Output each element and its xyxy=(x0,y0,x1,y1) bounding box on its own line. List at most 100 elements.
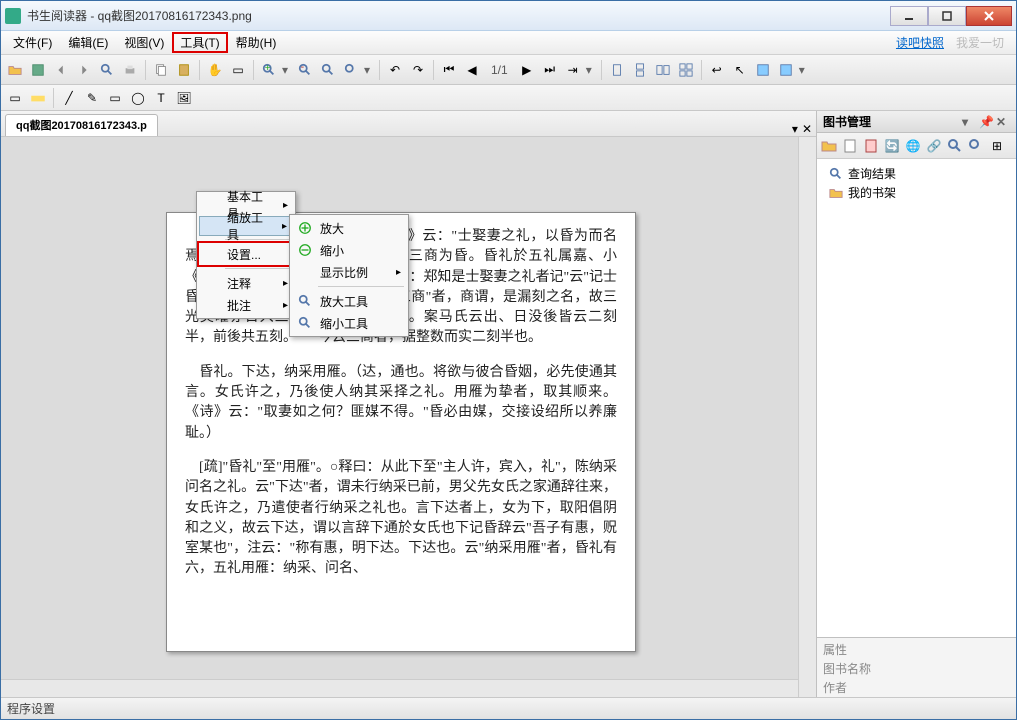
titlebar: 书生阅读器 - qq截图20170816172343.png xyxy=(1,1,1016,31)
goto-page-button[interactable]: ⇥ xyxy=(563,60,583,80)
sidebar-title-bar: 图书管理 ▾ 📌 ✕ xyxy=(817,111,1016,133)
zoom-in-button[interactable]: + xyxy=(259,60,279,80)
side-link-button[interactable]: 🔗 xyxy=(925,137,943,155)
search-results-icon xyxy=(828,167,844,181)
svg-text:-: - xyxy=(301,63,305,73)
anno-ellipse-button[interactable]: ◯ xyxy=(128,88,148,108)
sidebar-title: 图书管理 xyxy=(823,113,871,130)
anno-line-button[interactable]: ╱ xyxy=(59,88,79,108)
vertical-scrollbar[interactable] xyxy=(798,137,816,697)
submenu-zoom-out-tool[interactable]: 缩小工具 xyxy=(292,312,406,334)
status-text: 程序设置 xyxy=(7,700,55,717)
print-button[interactable] xyxy=(120,60,140,80)
zoom-dropdown[interactable]: ▾ xyxy=(364,63,374,77)
page-dropdown[interactable]: ▾ xyxy=(586,63,596,77)
side-new-button[interactable] xyxy=(841,137,859,155)
anno-image-button[interactable]: 🖼 xyxy=(174,88,194,108)
submenu-zoom-in[interactable]: 放大 xyxy=(292,217,406,239)
folder-icon xyxy=(828,186,844,200)
open-button[interactable] xyxy=(5,60,25,80)
document-tab[interactable]: qq截图20170816172343.p xyxy=(5,114,158,136)
bookmark-button[interactable] xyxy=(776,60,796,80)
paste-button[interactable] xyxy=(174,60,194,80)
pointer-button[interactable]: ↖ xyxy=(730,60,750,80)
side-delete-button[interactable] xyxy=(862,137,880,155)
quick-link[interactable]: 读吧快照 xyxy=(896,34,944,51)
submenu-show-ratio[interactable]: 显示比例▸ xyxy=(292,261,406,283)
tab-dropdown[interactable]: ▾ xyxy=(792,122,798,136)
side-zoom-button[interactable] xyxy=(967,137,985,155)
prev-page-button[interactable]: ◀ xyxy=(462,60,482,80)
menu-markup[interactable]: 批注▸ xyxy=(199,294,293,316)
side-open-button[interactable] xyxy=(820,137,838,155)
minus-icon xyxy=(297,243,313,257)
select-tool-button[interactable]: ▭ xyxy=(228,60,248,80)
sidebar-pin[interactable]: 📌 xyxy=(979,115,993,129)
copy-button[interactable] xyxy=(151,60,171,80)
anno-select-button[interactable]: ▭ xyxy=(5,88,25,108)
horizontal-scrollbar[interactable] xyxy=(1,679,798,697)
anno-highlight-button[interactable] xyxy=(28,88,48,108)
anno-text-button[interactable]: T xyxy=(151,88,171,108)
side-refresh-button[interactable]: 🔄 xyxy=(883,137,901,155)
tree-search-results[interactable]: 查询结果 xyxy=(822,164,1011,183)
tab-strip: qq截图20170816172343.p ▾ ✕ xyxy=(1,111,816,137)
single-page-button[interactable] xyxy=(607,60,627,80)
zoom-actual-button[interactable] xyxy=(341,60,361,80)
sidebar-close[interactable]: ✕ xyxy=(996,115,1010,129)
side-globe-button[interactable]: 🌐 xyxy=(904,137,922,155)
menu-help[interactable]: 帮助(H) xyxy=(228,32,285,53)
menu-annotate[interactable]: 注释▸ xyxy=(199,272,293,294)
anno-rect-button[interactable]: ▭ xyxy=(105,88,125,108)
props-title: 属性 xyxy=(823,640,1010,659)
hand-tool-button[interactable]: ✋ xyxy=(205,60,225,80)
menu-view[interactable]: 视图(V) xyxy=(116,32,172,53)
magnify-minus-icon xyxy=(297,316,313,330)
side-search-button[interactable] xyxy=(946,137,964,155)
last-page-button[interactable]: ⏭ xyxy=(540,60,560,80)
save-button[interactable] xyxy=(28,60,48,80)
continuous-button[interactable] xyxy=(630,60,650,80)
next-page-button[interactable]: ▶ xyxy=(517,60,537,80)
disabled-menu-text: 我爱一切 xyxy=(956,34,1004,51)
close-button[interactable] xyxy=(966,6,1012,26)
submenu-zoom-in-tool[interactable]: 放大工具 xyxy=(292,290,406,312)
first-page-button[interactable]: ⏮ xyxy=(439,60,459,80)
zoom-fit-button[interactable] xyxy=(318,60,338,80)
anno-pencil-button[interactable]: ✎ xyxy=(82,88,102,108)
submenu-zoom-out[interactable]: 缩小 xyxy=(292,239,406,261)
minimize-button[interactable] xyxy=(890,6,928,26)
menu-edit[interactable]: 编辑(E) xyxy=(60,32,116,53)
annotation-button[interactable] xyxy=(753,60,773,80)
maximize-button[interactable] xyxy=(928,6,966,26)
menu-file[interactable]: 文件(F) xyxy=(5,32,60,53)
undo-button[interactable]: ↩ xyxy=(707,60,727,80)
more-dropdown[interactable]: ▾ xyxy=(799,63,809,77)
side-expand-button[interactable]: ⊞ xyxy=(988,137,1006,155)
facing-button[interactable] xyxy=(653,60,673,80)
tree-node-label: 我的书架 xyxy=(848,184,896,201)
prev-file-button[interactable] xyxy=(51,60,71,80)
zoom-out-button[interactable]: - xyxy=(295,60,315,80)
sidebar-tree: 查询结果 我的书架 xyxy=(817,159,1016,637)
page-paragraph-2: 昏礼。下达，纳采用雁。（达，通也。将欲与彼合昏姻，必先使通其言。女氏许之，乃後使… xyxy=(185,363,617,444)
rotate-left-button[interactable]: ↶ xyxy=(385,60,405,80)
document-viewport[interactable]: [疏]《士昏礼》第二。○郑《目录》云："士娶妻之礼，以昏为而名焉。必以昏者，阳往… xyxy=(1,137,816,697)
search-button[interactable] xyxy=(97,60,117,80)
menu-zoom-tools[interactable]: 缩放工具▸ xyxy=(199,216,293,236)
tab-close[interactable]: ✕ xyxy=(802,122,812,136)
props-book-name: 图书名称 xyxy=(823,659,1010,678)
rotate-right-button[interactable]: ↷ xyxy=(408,60,428,80)
props-author: 作者 xyxy=(823,678,1010,697)
window-title: 书生阅读器 - qq截图20170816172343.png xyxy=(27,7,890,24)
zoom-in-dropdown[interactable]: ▾ xyxy=(282,63,292,77)
svg-text:+: + xyxy=(265,63,271,74)
next-file-button[interactable] xyxy=(74,60,94,80)
sidebar: 图书管理 ▾ 📌 ✕ 🔄 🌐 🔗 ⊞ 查询结果 我的书架 xyxy=(816,111,1016,697)
menu-settings[interactable]: 设置... xyxy=(199,243,293,265)
sidebar-dropdown[interactable]: ▾ xyxy=(962,115,976,129)
tree-my-shelf[interactable]: 我的书架 xyxy=(822,183,1011,202)
menu-tools[interactable]: 工具(T) xyxy=(172,32,227,53)
facing-cont-button[interactable] xyxy=(676,60,696,80)
sidebar-properties: 属性 图书名称 作者 xyxy=(817,637,1016,697)
